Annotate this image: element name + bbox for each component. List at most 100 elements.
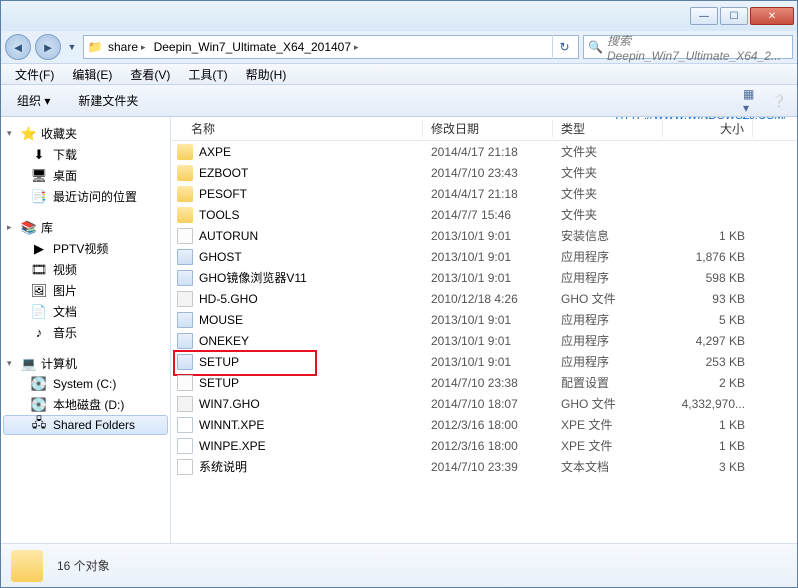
folder-icon (177, 207, 193, 223)
menu-tools[interactable]: 工具(T) (180, 64, 235, 85)
file-name: MOUSE (199, 313, 243, 327)
search-input[interactable]: 🔍 搜索 Deepin_Win7_Ultimate_X64_2... (583, 35, 793, 59)
sidebar-item-drive-d[interactable]: 💽本地磁盘 (D:) (3, 394, 168, 415)
sidebar-item-pictures[interactable]: 🖼图片 (3, 280, 168, 301)
minimize-button[interactable]: — (690, 7, 718, 25)
sidebar-item-videos[interactable]: 🎞视频 (3, 259, 168, 280)
tree-favorites: ▾⭐收藏夹 ⬇下载 🖥桌面 📑最近访问的位置 (3, 123, 168, 207)
download-icon: ⬇ (31, 147, 47, 163)
file-type: XPE 文件 (553, 416, 663, 433)
breadcrumb-segment[interactable]: share▸ (104, 40, 150, 54)
forward-button[interactable]: ► (35, 34, 61, 60)
column-date[interactable]: 修改日期 (423, 120, 553, 137)
computer-icon: 💻 (21, 356, 37, 372)
file-row[interactable]: PESOFT2014/4/17 21:18文件夹 (171, 183, 797, 204)
file-icon (177, 438, 193, 454)
help-button[interactable]: ❔ (769, 91, 789, 111)
sidebar-item-desktop[interactable]: 🖥桌面 (3, 165, 168, 186)
breadcrumb-segment[interactable]: Deepin_Win7_Ultimate_X64_201407▸ (150, 40, 363, 54)
breadcrumb[interactable]: 📁 share▸ Deepin_Win7_Ultimate_X64_201407… (83, 35, 579, 59)
column-name[interactable]: 名称 (171, 120, 423, 137)
file-size: 4,332,970... (663, 397, 753, 411)
file-name: AUTORUN (199, 229, 258, 243)
sidebar-item-documents[interactable]: 📄文档 (3, 301, 168, 322)
history-dropdown[interactable]: ▼ (65, 42, 79, 52)
exe-icon (177, 249, 193, 265)
file-list[interactable]: AXPE2014/4/17 21:18文件夹EZBOOT2014/7/10 23… (171, 141, 797, 543)
file-row[interactable]: AUTORUN2013/10/1 9:01安装信息1 KB (171, 225, 797, 246)
file-date: 2014/4/17 21:18 (423, 145, 553, 159)
file-size: 5 KB (663, 313, 753, 327)
view-mode-button[interactable]: ▦ ▾ (743, 91, 763, 111)
file-row[interactable]: 系统说明2014/7/10 23:39文本文档3 KB (171, 456, 797, 477)
new-folder-button[interactable]: 新建文件夹 (70, 89, 146, 112)
file-row[interactable]: EZBOOT2014/7/10 23:43文件夹 (171, 162, 797, 183)
file-date: 2013/10/1 9:01 (423, 355, 553, 369)
statusbar: 16 个对象 (1, 543, 797, 587)
refresh-button[interactable]: ↻ (552, 35, 576, 59)
video-icon: 🎞 (31, 262, 47, 278)
file-date: 2013/10/1 9:01 (423, 271, 553, 285)
file-row[interactable]: WINPE.XPE2012/3/16 18:00XPE 文件1 KB (171, 435, 797, 456)
navbar: ◄ ► ▼ 📁 share▸ Deepin_Win7_Ultimate_X64_… (1, 31, 797, 63)
menu-edit[interactable]: 编辑(E) (64, 64, 120, 85)
sidebar-item-music[interactable]: ♪音乐 (3, 322, 168, 343)
library-icon: 📚 (21, 220, 37, 236)
body: ▾⭐收藏夹 ⬇下载 🖥桌面 📑最近访问的位置 ▸📚库 ▶PPTV视频 🎞视频 🖼… (1, 117, 797, 543)
file-date: 2013/10/1 9:01 (423, 313, 553, 327)
recent-icon: 📑 (31, 189, 47, 205)
file-date: 2014/7/10 23:38 (423, 376, 553, 390)
search-icon: 🔍 (588, 40, 603, 54)
folder-icon: 📁 (86, 40, 104, 54)
file-row[interactable]: AXPE2014/4/17 21:18文件夹 (171, 141, 797, 162)
video-icon: ▶ (31, 241, 47, 257)
search-placeholder: 搜索 Deepin_Win7_Ultimate_X64_2... (607, 32, 788, 63)
sidebar-item-downloads[interactable]: ⬇下载 (3, 144, 168, 165)
file-row[interactable]: GHOST2013/10/1 9:01应用程序1,876 KB (171, 246, 797, 267)
file-name: 系统说明 (199, 458, 247, 475)
file-size: 1 KB (663, 439, 753, 453)
file-type: 文件夹 (553, 206, 663, 223)
file-date: 2012/3/16 18:00 (423, 439, 553, 453)
file-name: EZBOOT (199, 166, 248, 180)
file-row[interactable]: MOUSE2013/10/1 9:01应用程序5 KB (171, 309, 797, 330)
menu-file[interactable]: 文件(F) (7, 64, 62, 85)
tree-computer: ▾💻计算机 💽System (C:) 💽本地磁盘 (D:) 🖧Shared Fo… (3, 353, 168, 435)
tree-title-computer[interactable]: ▾💻计算机 (3, 353, 168, 374)
file-name: WINNT.XPE (199, 418, 264, 432)
file-date: 2013/10/1 9:01 (423, 334, 553, 348)
sidebar-item-drive-c[interactable]: 💽System (C:) (3, 374, 168, 394)
gho-icon (177, 396, 193, 412)
file-type: 配置设置 (553, 374, 663, 391)
titlebar: — ☐ ✕ (1, 1, 797, 31)
menu-view[interactable]: 查看(V) (122, 64, 178, 85)
column-size[interactable]: 大小 (663, 120, 753, 137)
tree-title-libraries[interactable]: ▸📚库 (3, 217, 168, 238)
file-row[interactable]: SETUP2013/10/1 9:01应用程序253 KB (171, 351, 797, 372)
maximize-button[interactable]: ☐ (720, 7, 748, 25)
file-name: SETUP (199, 376, 239, 390)
file-size: 3 KB (663, 460, 753, 474)
tree-title-favorites[interactable]: ▾⭐收藏夹 (3, 123, 168, 144)
menu-help[interactable]: 帮助(H) (238, 64, 295, 85)
file-date: 2014/7/10 18:07 (423, 397, 553, 411)
file-name: AXPE (199, 145, 231, 159)
file-row[interactable]: SETUP2014/7/10 23:38配置设置2 KB (171, 372, 797, 393)
picture-icon: 🖼 (31, 283, 47, 299)
file-row[interactable]: WIN7.GHO2014/7/10 18:07GHO 文件4,332,970..… (171, 393, 797, 414)
sidebar-item-recent[interactable]: 📑最近访问的位置 (3, 186, 168, 207)
back-button[interactable]: ◄ (5, 34, 31, 60)
file-type: XPE 文件 (553, 437, 663, 454)
file-row[interactable]: HD-5.GHO2010/12/18 4:26GHO 文件93 KB (171, 288, 797, 309)
organize-button[interactable]: 组织 ▾ (9, 89, 58, 112)
file-row[interactable]: ONEKEY2013/10/1 9:01应用程序4,297 KB (171, 330, 797, 351)
file-name: GHO镜像浏览器V11 (199, 269, 307, 286)
sidebar-item-pptv[interactable]: ▶PPTV视频 (3, 238, 168, 259)
file-row[interactable]: TOOLS2014/7/7 15:46文件夹 (171, 204, 797, 225)
close-button[interactable]: ✕ (750, 7, 794, 25)
column-type[interactable]: 类型 (553, 120, 663, 137)
file-row[interactable]: GHO镜像浏览器V112013/10/1 9:01应用程序598 KB (171, 267, 797, 288)
sidebar-item-shared-folders[interactable]: 🖧Shared Folders (3, 415, 168, 435)
folder-icon (177, 165, 193, 181)
file-row[interactable]: WINNT.XPE2012/3/16 18:00XPE 文件1 KB (171, 414, 797, 435)
